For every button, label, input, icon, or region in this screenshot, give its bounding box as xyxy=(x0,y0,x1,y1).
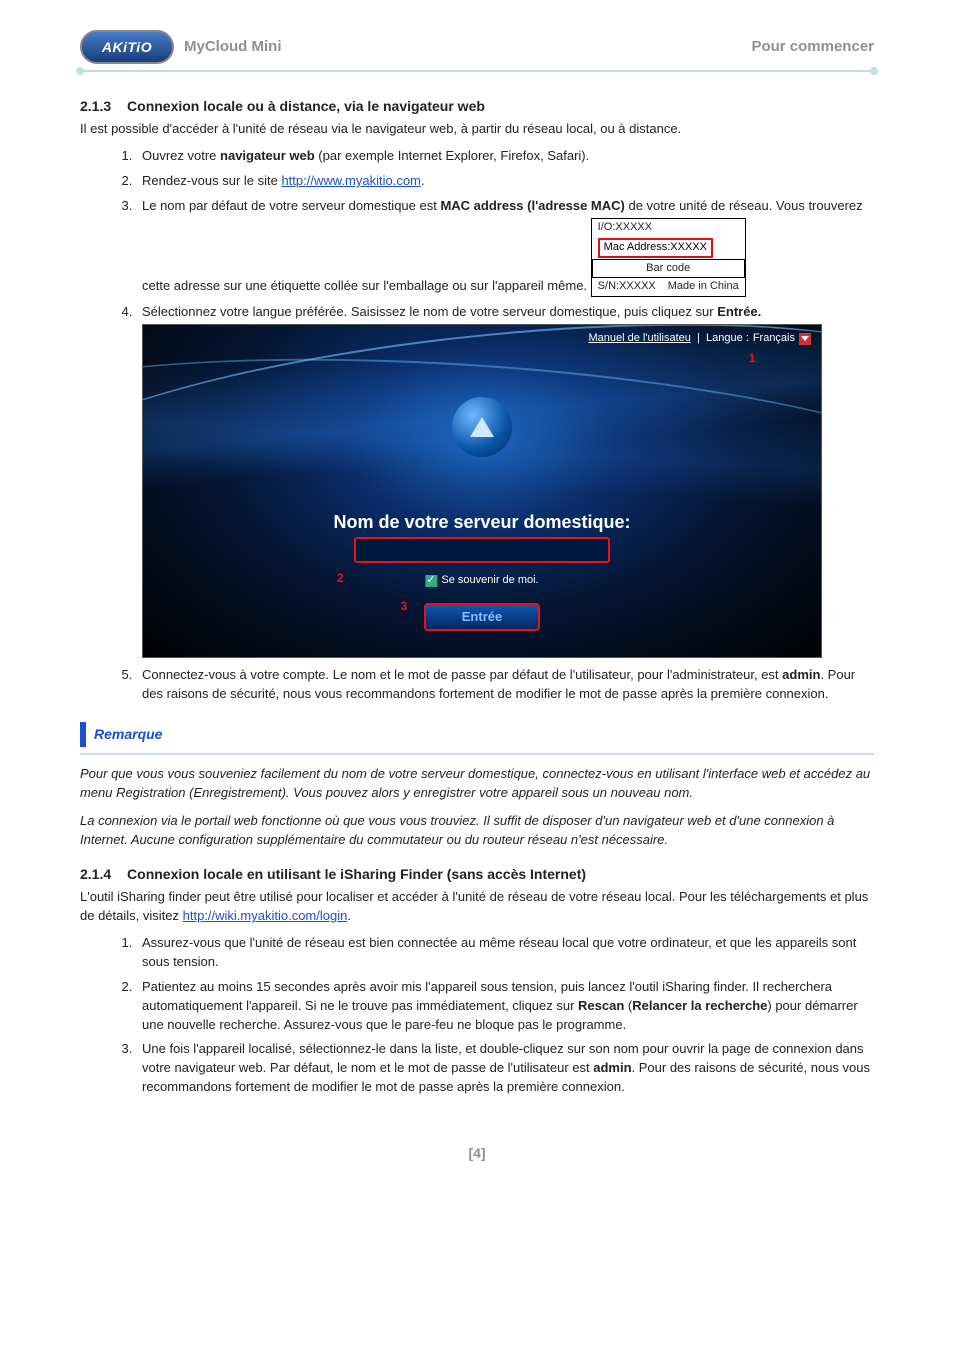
lang-value: Français xyxy=(753,331,795,347)
intro-214: L'outil iSharing finder peut être utilis… xyxy=(80,888,874,926)
device-label-illustration: I/O:XXXXX Mac Address:XXXXX Bar code S/N… xyxy=(591,218,746,298)
text: . xyxy=(347,908,351,923)
enter-button[interactable]: Entrée xyxy=(424,603,540,631)
login-screenshot: Manuel de l'utilisateu | Langue : França… xyxy=(142,324,822,658)
remark-p1: Pour que vous vous souveniez facilement … xyxy=(80,765,874,803)
brand-logo: AKiTiO xyxy=(80,30,174,64)
text: Connectez-vous à votre compte. Le nom et… xyxy=(142,667,782,682)
text: Le nom par défaut de votre serveur domes… xyxy=(142,198,440,213)
bold: MAC address (l'adresse MAC) xyxy=(440,198,624,213)
server-name-input[interactable] xyxy=(354,537,610,563)
remember-me[interactable]: Se souvenir de moi. xyxy=(425,573,538,589)
bold: Entrée. xyxy=(717,304,761,319)
portal-logo xyxy=(452,397,512,457)
label-made: Made in China xyxy=(662,278,745,296)
callout-1: 1 xyxy=(743,351,761,369)
remark-heading: Remarque xyxy=(80,722,170,747)
step-3: Une fois l'appareil localisé, sélectionn… xyxy=(136,1040,874,1097)
remark-p2: La connexion via le portail web fonction… xyxy=(80,812,874,850)
label-io: I/O:XXXXX xyxy=(592,219,745,237)
link-myakitio[interactable]: http://www.myakitio.com xyxy=(281,173,420,188)
step-2: Rendez-vous sur le site http://www.myaki… xyxy=(136,172,874,191)
callout-3: 3 xyxy=(395,599,413,617)
heading-text: Connexion locale ou à distance, via le n… xyxy=(127,98,485,114)
heading-213: 2.1.3 Connexion locale ou à distance, vi… xyxy=(80,96,874,116)
text: (par exemple Internet Explorer, Firefox,… xyxy=(315,148,590,163)
steps-213: Ouvrez votre navigateur web (par exemple… xyxy=(136,147,874,704)
text: . xyxy=(421,173,425,188)
checkbox-icon[interactable] xyxy=(425,575,437,587)
callout-2: 2 xyxy=(337,571,344,589)
heading-214: 2.1.4 Connexion locale en utilisant le i… xyxy=(80,864,874,884)
remark-label: Remarque xyxy=(94,726,162,742)
remember-label: Se souvenir de moi. xyxy=(441,573,538,589)
heading-number: 2.1.4 xyxy=(80,864,111,884)
login-prompt: Nom de votre serveur domestique: xyxy=(143,509,821,535)
text: Sélectionnez votre langue préférée. Sais… xyxy=(142,304,717,319)
step-3: Le nom par défaut de votre serveur domes… xyxy=(136,197,874,298)
heading-number: 2.1.3 xyxy=(80,96,111,116)
steps-214: Assurez-vous que l'unité de réseau est b… xyxy=(136,934,874,1097)
label-barcode: Bar code xyxy=(592,259,745,278)
bold: navigateur web xyxy=(220,148,315,163)
bold: Relancer la recherche xyxy=(632,998,767,1013)
section-name: Pour commencer xyxy=(751,36,874,58)
page-number: [4] xyxy=(80,1143,874,1163)
step-2: Patientez au moins 15 secondes après avo… xyxy=(136,978,874,1035)
page-header: AKiTiO MyCloud Mini Pour commencer xyxy=(80,30,874,72)
header-left: AKiTiO MyCloud Mini xyxy=(80,30,282,64)
text: Ouvrez votre xyxy=(142,148,220,163)
lang-label: Langue : xyxy=(706,331,749,347)
divider xyxy=(80,753,874,755)
step-4: Sélectionnez votre langue préférée. Sais… xyxy=(136,303,874,658)
triangle-icon xyxy=(470,417,494,437)
link-wiki[interactable]: http://wiki.myakitio.com/login xyxy=(183,908,348,923)
manual-link[interactable]: Manuel de l'utilisateu xyxy=(589,332,691,344)
login-topbar: Manuel de l'utilisateu | Langue : França… xyxy=(589,331,812,347)
doc-title: MyCloud Mini xyxy=(184,36,282,58)
heading-text: Connexion locale en utilisant le iSharin… xyxy=(127,866,586,882)
bold: Rescan xyxy=(578,998,624,1013)
label-mac: Mac Address:XXXXX xyxy=(598,238,713,258)
step-1: Assurez-vous que l'unité de réseau est b… xyxy=(136,934,874,972)
label-mac-row: Mac Address:XXXXX xyxy=(592,237,745,259)
step-1: Ouvrez votre navigateur web (par exemple… xyxy=(136,147,874,166)
text: Rendez-vous sur le site xyxy=(142,173,281,188)
bold: admin xyxy=(782,667,820,682)
bold: admin xyxy=(593,1060,631,1075)
step-5: Connectez-vous à votre compte. Le nom et… xyxy=(136,666,874,704)
chevron-down-icon xyxy=(799,333,811,345)
intro-213: Il est possible d'accéder à l'unité de r… xyxy=(80,120,874,139)
language-selector[interactable]: Langue : Français xyxy=(706,331,811,347)
label-bottom: S/N:XXXXX Made in China xyxy=(592,277,745,296)
label-sn: S/N:XXXXX xyxy=(592,278,662,296)
